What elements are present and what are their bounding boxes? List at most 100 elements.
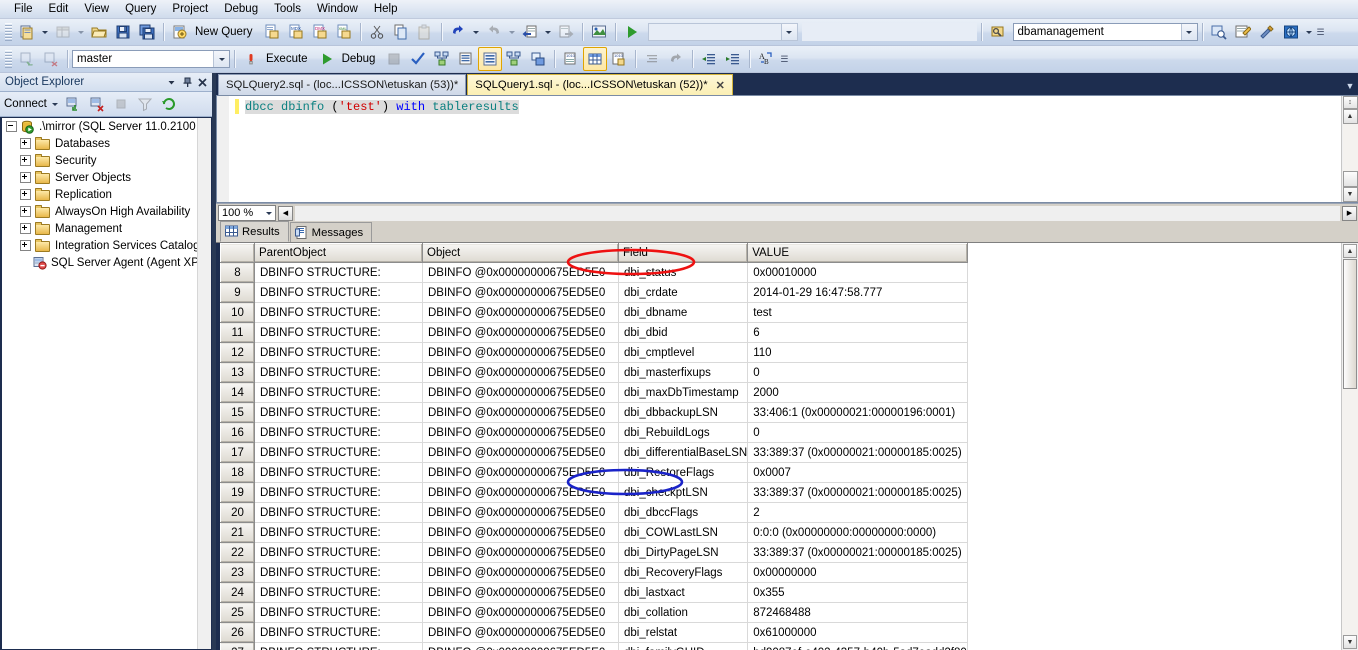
new-table-dropdown-icon[interactable] [78,31,84,34]
parentobject-cell[interactable]: DBINFO STRUCTURE: [255,363,423,383]
object-cell[interactable]: DBINFO @0x00000000675ED5E0 [423,463,619,483]
row-number-cell[interactable]: 23 [221,563,255,583]
value-cell[interactable]: 0:0:0 (0x00000000:00000000:0000) [748,523,968,543]
connect-icon[interactable] [15,47,39,71]
stop-icon[interactable] [382,47,406,71]
parentobject-cell[interactable]: DBINFO STRUCTURE: [255,563,423,583]
parentobject-cell[interactable]: DBINFO STRUCTURE: [255,423,423,443]
split-editor-handle[interactable]: ↕ [1343,96,1358,109]
object-cell[interactable]: DBINFO @0x00000000675ED5E0 [423,623,619,643]
toolbar-overflow-icon[interactable]: ☰ [778,54,790,65]
menu-item-project[interactable]: Project [164,1,216,17]
row-number-cell[interactable]: 20 [221,503,255,523]
expand-icon[interactable] [20,223,31,234]
parentobject-cell[interactable]: DBINFO STRUCTURE: [255,503,423,523]
connect-dropdown-icon[interactable] [52,103,58,106]
parentobject-cell[interactable]: DBINFO STRUCTURE: [255,583,423,603]
menu-item-help[interactable]: Help [366,1,406,17]
table-row[interactable]: 16DBINFO STRUCTURE:DBINFO @0x00000000675… [221,423,968,443]
value-cell[interactable]: bd9087ef-e402-4357-b40b-5ad7eadd2f80 [748,643,968,650]
registered-servers-icon[interactable] [986,20,1010,44]
parentobject-cell[interactable]: DBINFO STRUCTURE: [255,303,423,323]
object-cell[interactable]: DBINFO @0x00000000675ED5E0 [423,343,619,363]
value-cell[interactable]: 110 [748,343,968,363]
field-cell[interactable]: dbi_RestoreFlags [619,463,748,483]
table-row[interactable]: 10DBINFO STRUCTURE:DBINFO @0x00000000675… [221,303,968,323]
execute-label[interactable]: Execute [263,53,315,65]
save-all-icon[interactable] [135,20,159,44]
row-number-cell[interactable]: 19 [221,483,255,503]
field-cell[interactable]: dbi_dbid [619,323,748,343]
toolbar-overflow-icon[interactable]: ☰ [1315,27,1327,38]
value-cell[interactable]: 33:389:37 (0x00000021:00000185:0025) [748,443,968,463]
expand-icon[interactable] [20,189,31,200]
value-cell[interactable]: 872468488 [748,603,968,623]
field-cell[interactable]: dbi_familyGUID [619,643,748,650]
object-search-icon[interactable] [1207,20,1231,44]
row-number-cell[interactable]: 25 [221,603,255,623]
column-header-parentobject[interactable]: ParentObject [255,244,423,263]
column-header-value[interactable]: VALUE [748,244,968,263]
redo-icon[interactable] [482,20,506,44]
field-cell[interactable]: dbi_masterfixups [619,363,748,383]
properties-window-icon[interactable] [1231,20,1255,44]
parse-check-icon[interactable] [406,47,430,71]
undo-dropdown-icon[interactable] [473,31,479,34]
new-xmla-query-icon[interactable]: XML [332,20,356,44]
menu-item-window[interactable]: Window [309,1,366,17]
object-cell[interactable]: DBINFO @0x00000000675ED5E0 [423,603,619,623]
value-cell[interactable]: 33:389:37 (0x00000021:00000185:0025) [748,543,968,563]
table-row[interactable]: 15DBINFO STRUCTURE:DBINFO @0x00000000675… [221,403,968,423]
field-cell[interactable]: dbi_DirtyPageLSN [619,543,748,563]
row-number-cell[interactable]: 26 [221,623,255,643]
table-row[interactable]: 18DBINFO STRUCTURE:DBINFO @0x00000000675… [221,463,968,483]
new-table-icon[interactable] [51,20,75,44]
expand-icon[interactable] [20,138,31,149]
results-grid[interactable]: ParentObjectObjectFieldVALUE8DBINFO STRU… [220,243,1341,650]
object-cell[interactable]: DBINFO @0x00000000675ED5E0 [423,583,619,603]
new-project-icon[interactable] [15,20,39,44]
editor-code-text[interactable]: dbcc dbinfo ('test') with tableresults [243,96,1341,202]
web-browser-icon[interactable] [1279,20,1303,44]
field-cell[interactable]: dbi_collation [619,603,748,623]
row-number-cell[interactable]: 11 [221,323,255,343]
column-header-field[interactable]: Field [619,244,748,263]
table-row[interactable]: 27DBINFO STRUCTURE:DBINFO @0x00000000675… [221,643,968,650]
object-explorer-vertical-scrollbar[interactable] [197,118,211,649]
decrease-indent-icon[interactable] [697,47,721,71]
expand-icon[interactable] [20,172,31,183]
object-cell[interactable]: DBINFO @0x00000000675ED5E0 [423,383,619,403]
chevron-down-icon[interactable] [263,212,275,215]
object-cell[interactable]: DBINFO @0x00000000675ED5E0 [423,303,619,323]
navigate-forward-icon[interactable] [554,20,578,44]
parentobject-cell[interactable]: DBINFO STRUCTURE: [255,443,423,463]
table-row[interactable]: 24DBINFO STRUCTURE:DBINFO @0x00000000675… [221,583,968,603]
tree-node-mirror-sql-server-11-0-2100[interactable]: .\mirror (SQL Server 11.0.2100 - [2,118,211,135]
stop-icon[interactable] [109,92,133,116]
tree-node-security[interactable]: Security [2,152,211,169]
row-number-cell[interactable]: 10 [221,303,255,323]
close-icon[interactable] [197,77,212,88]
value-cell[interactable]: 0 [748,423,968,443]
new-mdx-query-icon[interactable]: MDX [284,20,308,44]
document-tab-1[interactable]: SQLQuery2.sql - (loc...ICSSON\etuskan (5… [218,74,466,95]
disconnect-object-explorer-icon[interactable] [85,92,109,116]
row-number-cell[interactable]: 21 [221,523,255,543]
results-scroll-down-button[interactable]: ▼ [1343,635,1357,649]
field-cell[interactable]: dbi_crdate [619,283,748,303]
document-tab-2[interactable]: SQLQuery1.sql - (loc...ICSSON\etuskan (5… [467,74,733,95]
web-browser-dropdown-icon[interactable] [1306,31,1312,34]
table-row[interactable]: 21DBINFO STRUCTURE:DBINFO @0x00000000675… [221,523,968,543]
scroll-thumb[interactable] [1343,171,1358,187]
row-number-cell[interactable]: 24 [221,583,255,603]
value-cell[interactable]: 0x0007 [748,463,968,483]
save-icon[interactable] [111,20,135,44]
editor-indicator-margin[interactable] [217,96,229,202]
include-client-statistics-icon[interactable] [502,47,526,71]
hscroll-right-button[interactable]: ▶ [1342,206,1357,221]
menu-item-edit[interactable]: Edit [41,1,77,17]
connect-label[interactable]: Connect [4,98,49,110]
navigate-backward-dropdown-icon[interactable] [545,31,551,34]
value-cell[interactable]: 0x00010000 [748,263,968,283]
tab-list-dropdown-icon[interactable]: ▼ [1342,81,1358,95]
